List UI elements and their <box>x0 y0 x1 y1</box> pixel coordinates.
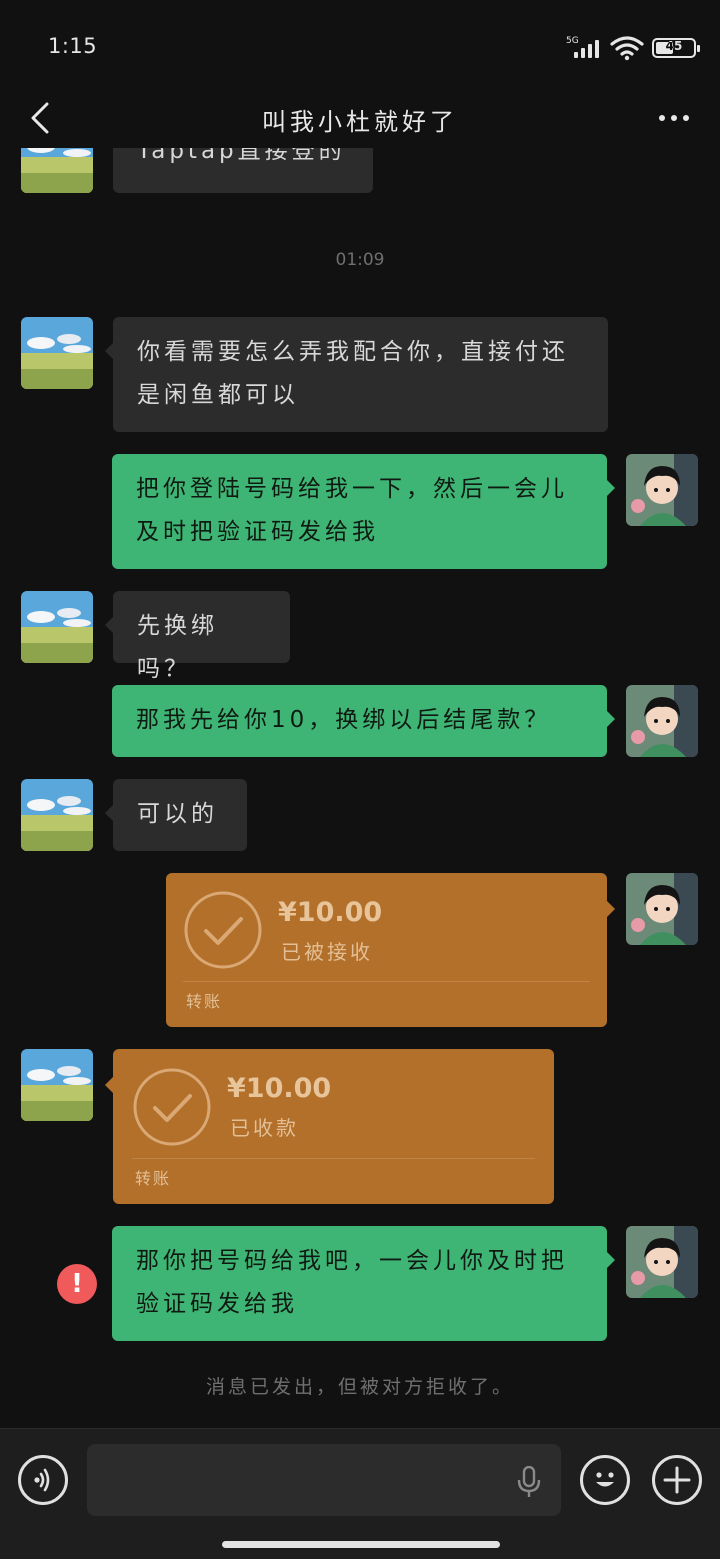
chat-title: 叫我小杜就好了 <box>262 108 458 136</box>
message-bubble[interactable]: 你看需要怎么弄我配合你，直接付还是闲鱼都可以 <box>105 317 608 432</box>
contact-avatar[interactable] <box>21 148 93 193</box>
network-type-label: 5G <box>566 36 579 46</box>
cellular-signal-icon: 5G <box>566 36 602 60</box>
my-avatar[interactable] <box>626 873 698 945</box>
transfer-status: 已收款 <box>230 1116 299 1140</box>
my-avatar[interactable] <box>626 1226 698 1298</box>
battery-level: 45 <box>665 39 683 53</box>
transfer-card-sent[interactable]: ¥10.00 已被接收 转账 <box>166 873 615 1027</box>
transfer-card-received[interactable]: ¥10.00 已收款 转账 <box>105 1049 554 1204</box>
emoji-button[interactable] <box>580 1455 630 1505</box>
transfer-label: 转账 <box>135 1169 172 1188</box>
check-circle-icon <box>184 891 262 969</box>
home-indicator[interactable] <box>222 1541 500 1548</box>
transfer-amount: ¥10.00 <box>227 1073 332 1104</box>
check-circle-icon <box>133 1068 211 1146</box>
more-options-button[interactable] <box>652 96 696 140</box>
wifi-icon <box>610 36 644 61</box>
contact-avatar[interactable] <box>21 317 93 389</box>
message-bubble[interactable]: Taptap直接登的 <box>113 148 373 193</box>
my-avatar[interactable] <box>626 454 698 526</box>
message-list[interactable]: Taptap直接登的 01:09 你看需要怎么弄我配合你，直接付还是闲鱼都可以 … <box>0 148 720 1428</box>
microphone-icon[interactable] <box>514 1466 544 1498</box>
contact-avatar[interactable] <box>21 1049 93 1121</box>
message-input[interactable] <box>87 1444 561 1516</box>
status-time: 1:15 <box>48 34 98 58</box>
message-bubble[interactable]: 可以的 <box>105 779 247 851</box>
voice-toggle-button[interactable] <box>18 1455 68 1505</box>
smiley-icon <box>596 1472 614 1487</box>
message-bubble[interactable]: 那你把号码给我吧，一会儿你及时把验证码发给我 <box>112 1226 615 1341</box>
input-bar <box>0 1428 720 1559</box>
message-bubble[interactable]: 那我先给你10，换绑以后结尾款？ <box>112 685 615 757</box>
transfer-label: 转账 <box>186 992 223 1011</box>
plus-icon <box>663 1466 691 1494</box>
status-icons: 5G 45 <box>566 34 700 62</box>
more-dots-icon <box>659 115 665 121</box>
chat-header: 叫我小杜就好了 <box>0 90 720 148</box>
transfer-status: 已被接收 <box>281 940 373 964</box>
my-avatar[interactable] <box>626 685 698 757</box>
message-bubble[interactable]: 把你登陆号码给我一下，然后一会儿及时把验证码发给我 <box>112 454 615 569</box>
contact-avatar[interactable] <box>21 779 93 851</box>
transfer-divider <box>132 1158 535 1159</box>
send-failed-icon[interactable]: ! <box>57 1264 97 1304</box>
status-bar: 1:15 5G 45 <box>0 0 720 90</box>
voice-icon <box>34 1468 50 1492</box>
system-notice: 消息已发出，但被对方拒收了。 <box>205 1376 514 1398</box>
contact-avatar[interactable] <box>21 591 93 663</box>
message-timestamp: 01:09 <box>335 250 385 270</box>
more-actions-button[interactable] <box>652 1455 702 1505</box>
transfer-amount: ¥10.00 <box>278 897 383 928</box>
transfer-divider <box>183 981 590 982</box>
battery-icon: 45 <box>652 38 700 58</box>
message-bubble[interactable]: 先换绑吗？ <box>105 591 290 682</box>
